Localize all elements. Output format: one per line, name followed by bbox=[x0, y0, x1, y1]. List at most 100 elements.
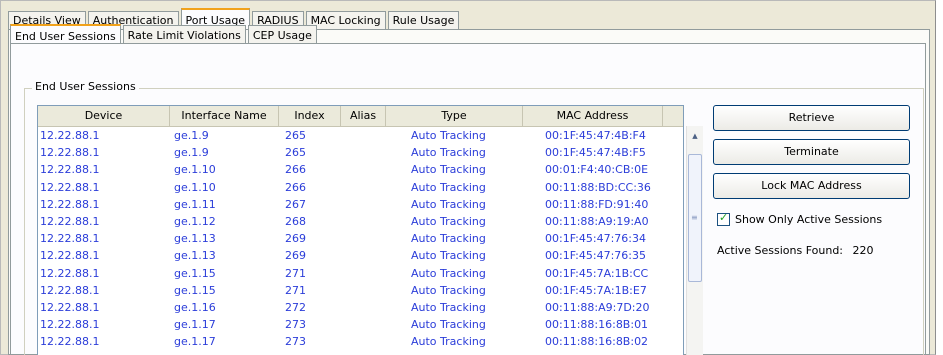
cell-device: 12.22.88.1 bbox=[40, 300, 100, 314]
cell-index: 273 bbox=[285, 318, 306, 332]
cell-type: Auto Tracking bbox=[411, 146, 486, 160]
cell-interface-name: ge.1.9 bbox=[174, 129, 209, 142]
cell-interface-name: ge.1.15 bbox=[174, 266, 216, 280]
cell-device: 12.22.88.1 bbox=[40, 146, 100, 160]
cell-device: 12.22.88.1 bbox=[40, 335, 100, 349]
column-header-interface-name[interactable]: Interface Name bbox=[170, 106, 279, 126]
retrieve-button[interactable]: Retrieve bbox=[713, 105, 910, 131]
cell-interface-name: ge.1.17 bbox=[174, 335, 216, 349]
cell-index: 265 bbox=[285, 146, 306, 160]
cell-type: Auto Tracking bbox=[411, 129, 486, 142]
cell-alias bbox=[341, 333, 386, 350]
cell-alias bbox=[341, 316, 386, 333]
cell-alias bbox=[341, 247, 386, 264]
cell-alias bbox=[341, 299, 386, 316]
cell-device: 12.22.88.1 bbox=[40, 318, 100, 332]
tab-rate-limit-violations[interactable]: Rate Limit Violations bbox=[122, 25, 246, 44]
cell-alias bbox=[341, 179, 386, 196]
cell-device: 12.22.88.1 bbox=[40, 266, 100, 280]
cell-type: Auto Tracking bbox=[411, 214, 486, 228]
cell-type: Auto Tracking bbox=[411, 163, 486, 177]
cell-mac-address: 00:11:88:16:8B:01 bbox=[545, 318, 649, 332]
cell-device: 12.22.88.1 bbox=[40, 283, 100, 297]
table-vertical-scrollbar[interactable]: ▲ ≡ bbox=[686, 126, 703, 355]
tab-rule-usage[interactable]: Rule Usage bbox=[387, 11, 460, 29]
table-row[interactable]: 12.22.88.1 ge.1.17 273 Auto Tracking 00:11:8… bbox=[38, 333, 683, 350]
column-header-index[interactable]: Index bbox=[279, 106, 341, 126]
cell-device: 12.22.88.1 bbox=[40, 163, 100, 177]
cell-device: 12.22.88.1 bbox=[40, 214, 100, 228]
cell-index: 268 bbox=[285, 214, 306, 228]
group-title: End User Sessions bbox=[32, 80, 139, 93]
cell-index: 269 bbox=[285, 232, 306, 246]
cell-type: Auto Tracking bbox=[411, 335, 486, 349]
table-row[interactable]: 12.22.88.1 ge.1.15 271 Auto Tracking 00:1F:4… bbox=[38, 282, 683, 299]
table-row[interactable]: 12.22.88.1 ge.1.9 265 Auto Tracking 00:1F:45… bbox=[38, 127, 683, 144]
terminate-button[interactable]: Terminate bbox=[713, 139, 910, 165]
cell-interface-name: ge.1.17 bbox=[174, 318, 216, 332]
checkbox-box[interactable]: ✓ bbox=[717, 211, 730, 226]
cell-index: 271 bbox=[285, 266, 306, 280]
cell-interface-name: ge.1.15 bbox=[174, 283, 216, 297]
cell-alias bbox=[341, 282, 386, 299]
table-header: Device Interface Name Index Alias Type M… bbox=[38, 106, 683, 127]
table-row[interactable]: 12.22.88.1 ge.1.10 266 Auto Tracking 00:11:8… bbox=[38, 179, 683, 196]
cell-mac-address: 00:1F:45:47:4B:F5 bbox=[545, 146, 646, 160]
cell-interface-name: ge.1.16 bbox=[174, 300, 216, 314]
table-row[interactable]: 12.22.88.1 ge.1.9 265 Auto Tracking 00:1F:45… bbox=[38, 144, 683, 161]
table-row[interactable]: 12.22.88.1 ge.1.11 267 Auto Tracking 00:11:8… bbox=[38, 196, 683, 213]
cell-index: 273 bbox=[285, 335, 306, 349]
table-row[interactable]: 12.22.88.1 ge.1.13 269 Auto Tracking 00:1F:4… bbox=[38, 230, 683, 247]
table-body: 12.22.88.1 ge.1.9 265 Auto Tracking 00:1F:45… bbox=[38, 127, 683, 350]
table-row[interactable]: 12.22.88.1 ge.1.12 268 Auto Tracking 00:11:8… bbox=[38, 213, 683, 230]
table-row[interactable]: 12.22.88.1 ge.1.17 273 Auto Tracking 00:11:8… bbox=[38, 316, 683, 333]
cell-interface-name: ge.1.9 bbox=[174, 146, 209, 160]
tab-cep-usage[interactable]: CEP Usage bbox=[247, 25, 317, 44]
lock-mac-address-button[interactable]: Lock MAC Address bbox=[713, 173, 910, 199]
cell-type: Auto Tracking bbox=[411, 232, 486, 246]
cell-device: 12.22.88.1 bbox=[40, 129, 100, 142]
cell-alias bbox=[341, 161, 386, 178]
active-sessions-found: Active Sessions Found: 220 bbox=[717, 244, 874, 257]
column-header-type[interactable]: Type bbox=[386, 106, 523, 126]
table-row[interactable]: 12.22.88.1 ge.1.16 272 Auto Tracking 00:11:8… bbox=[38, 299, 683, 316]
sub-tab-bar: End User Sessions Rate Limit Violations … bbox=[10, 19, 319, 45]
tab-end-user-sessions[interactable]: End User Sessions bbox=[10, 24, 121, 45]
column-header-mac-address[interactable]: MAC Address bbox=[523, 106, 663, 126]
cell-mac-address: 00:11:88:A9:19:A0 bbox=[545, 214, 649, 228]
checkbox-label: Show Only Active Sessions bbox=[735, 213, 883, 226]
column-header-device[interactable]: Device bbox=[38, 106, 170, 126]
cell-index: 269 bbox=[285, 249, 306, 263]
cell-mac-address: 00:1F:45:7A:1B:E7 bbox=[545, 283, 647, 297]
cell-alias bbox=[341, 213, 386, 230]
cell-type: Auto Tracking bbox=[411, 318, 486, 332]
cell-alias bbox=[341, 230, 386, 247]
cell-alias bbox=[341, 127, 386, 144]
cell-mac-address: 00:11:88:A9:7D:20 bbox=[545, 300, 650, 314]
cell-interface-name: ge.1.12 bbox=[174, 214, 216, 228]
cell-mac-address: 00:1F:45:47:76:34 bbox=[545, 232, 646, 246]
table-row[interactable]: 12.22.88.1 ge.1.13 269 Auto Tracking 00:1F:4… bbox=[38, 247, 683, 264]
table-row[interactable]: 12.22.88.1 ge.1.15 271 Auto Tracking 00:1F:4… bbox=[38, 265, 683, 282]
cell-index: 265 bbox=[285, 129, 306, 142]
scroll-up-arrow-icon[interactable]: ▲ bbox=[687, 132, 703, 140]
scrollbar-grip-icon: ≡ bbox=[691, 213, 698, 222]
cell-alias bbox=[341, 265, 386, 282]
column-header-alias[interactable]: Alias bbox=[341, 106, 386, 126]
active-sessions-label: Active Sessions Found: bbox=[717, 244, 844, 257]
cell-index: 272 bbox=[285, 300, 306, 314]
cell-device: 12.22.88.1 bbox=[40, 197, 100, 211]
cell-mac-address: 00:01:F4:40:CB:0E bbox=[545, 163, 649, 177]
cell-interface-name: ge.1.10 bbox=[174, 163, 216, 177]
cell-mac-address: 00:1F:45:47:4B:F4 bbox=[545, 129, 646, 142]
table-row[interactable]: 12.22.88.1 ge.1.10 266 Auto Tracking 00:01:F… bbox=[38, 161, 683, 178]
cell-type: Auto Tracking bbox=[411, 197, 486, 211]
cell-mac-address: 00:11:88:16:8B:02 bbox=[545, 335, 649, 349]
cell-index: 266 bbox=[285, 180, 306, 194]
cell-type: Auto Tracking bbox=[411, 266, 486, 280]
active-sessions-count: 220 bbox=[852, 244, 874, 257]
sessions-table: Device Interface Name Index Alias Type M… bbox=[37, 105, 684, 355]
show-only-active-sessions-checkbox[interactable]: ✓ Show Only Active Sessions bbox=[717, 211, 883, 226]
cell-type: Auto Tracking bbox=[411, 300, 486, 314]
cell-type: Auto Tracking bbox=[411, 283, 486, 297]
